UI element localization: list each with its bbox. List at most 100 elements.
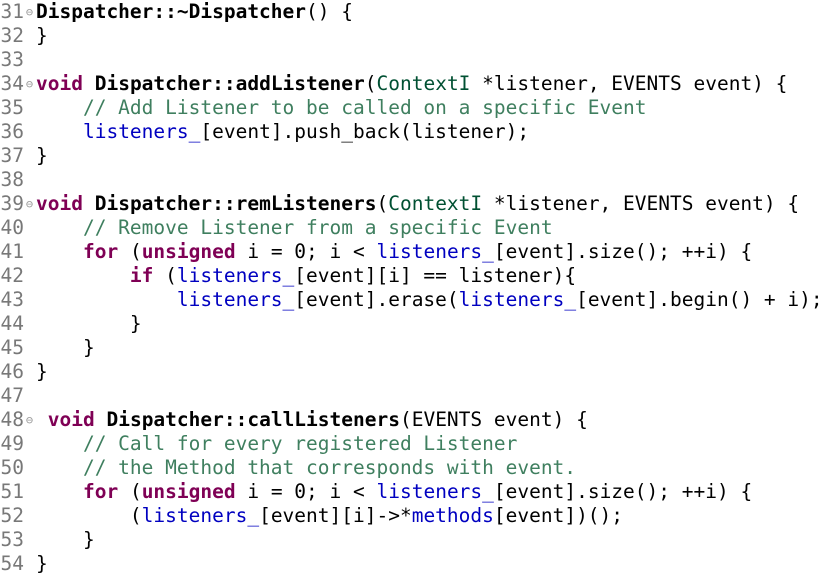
code-token-default: [event][i] == listener){ <box>294 264 577 287</box>
code-text: listeners_[event].push_back(listener); <box>36 120 529 144</box>
code-line[interactable]: 37} <box>0 144 840 168</box>
line-number: 44 <box>0 312 24 335</box>
code-text: } <box>36 552 48 576</box>
code-text: } <box>36 24 48 48</box>
code-token-keyword: if <box>129 264 154 287</box>
code-line[interactable]: 34 ⊖ void Dispatcher::addListener(ContextI… <box>0 72 840 96</box>
code-token-default: } <box>36 360 48 383</box>
code-token-field: listeners_ <box>176 288 295 311</box>
code-token-field: listeners_ <box>376 480 494 503</box>
code-token-default: } <box>36 552 48 575</box>
code-token-default: [event])(); <box>493 504 624 527</box>
line-number: 52 <box>0 504 24 527</box>
code-text: listeners_[event].erase(listeners_[event… <box>36 288 823 312</box>
line-number: 54 <box>0 552 24 575</box>
code-token-default <box>36 480 83 503</box>
code-text: for (unsigned i = 0; i < listeners_[even… <box>36 240 752 264</box>
collapse-fold-icon[interactable]: ⊖ <box>24 408 35 432</box>
code-text: void Dispatcher::remListeners(ContextI *… <box>36 192 799 216</box>
code-line[interactable]: 53 } <box>0 528 840 552</box>
line-number: 31 <box>0 0 24 23</box>
collapse-fold-icon[interactable]: ⊖ <box>24 0 35 24</box>
code-token-type: ContextI <box>376 72 471 95</box>
code-token-default <box>36 120 83 143</box>
code-line[interactable]: 46} <box>0 360 840 384</box>
collapse-fold-icon[interactable]: ⊖ <box>24 72 35 96</box>
code-text: // Remove Listener from a specific Event <box>36 216 553 240</box>
line-number: 46 <box>0 360 24 383</box>
code-token-default <box>36 240 83 263</box>
code-text: } <box>36 336 95 360</box>
code-token-keyword: for <box>82 480 119 503</box>
code-line[interactable]: 48 ⊖ void Dispatcher::callListeners(EVENT… <box>0 408 840 432</box>
code-line[interactable]: 45 } <box>0 336 840 360</box>
code-text: } <box>36 360 48 384</box>
code-text: for (unsigned i = 0; i < listeners_[even… <box>36 480 752 504</box>
code-token-comment: // Remove Listener from a specific Event <box>36 216 553 239</box>
code-line[interactable]: 50 // the Method that corresponds with e… <box>0 456 840 480</box>
code-token-default: Dispatcher::callListeners <box>106 408 400 431</box>
code-token-comment: // Add Listener to be called on a specif… <box>36 96 647 119</box>
code-token-field: methods <box>411 504 494 527</box>
code-token-comment: // the Method that corresponds with even… <box>36 456 577 479</box>
line-number: 33 <box>0 48 24 71</box>
code-text: void Dispatcher::callListeners(EVENTS ev… <box>36 408 588 432</box>
line-number: 48 <box>0 408 24 431</box>
code-token-default: Dispatcher::remListeners <box>94 192 377 215</box>
code-line[interactable]: 54} <box>0 552 840 576</box>
code-token-default: ( <box>364 72 377 95</box>
code-token-default: [event].size(); ++i) { <box>493 240 753 263</box>
code-token-default: *listener, EVENTS event) { <box>470 72 788 95</box>
code-line[interactable]: 51 for (unsigned i = 0; i < listeners_[e… <box>0 480 840 504</box>
code-line[interactable]: 36 listeners_[event].push_back(listener)… <box>0 120 840 144</box>
code-token-keyword: void <box>36 72 83 95</box>
code-line[interactable]: 41 for (unsigned i = 0; i < listeners_[e… <box>0 240 840 264</box>
code-text: (listeners_[event][i]->*methods[event])(… <box>36 504 623 528</box>
line-number: 36 <box>0 120 24 143</box>
line-number: 53 <box>0 528 24 551</box>
code-line[interactable]: 52 (listeners_[event][i]->*methods[event… <box>0 504 840 528</box>
code-token-default: } <box>36 336 95 359</box>
code-line[interactable]: 38 <box>0 168 840 192</box>
code-line[interactable]: 47 <box>0 384 840 408</box>
line-number: 42 <box>0 264 24 287</box>
code-editor[interactable]: 31 ⊖ Dispatcher::~Dispatcher() {32} 33 34 ⊖ vo… <box>0 0 840 577</box>
code-token-keyword: for <box>82 240 119 263</box>
code-line[interactable]: 40 // Remove Listener from a specific Ev… <box>0 216 840 240</box>
line-number: 51 <box>0 480 24 503</box>
code-token-default: } <box>36 312 142 335</box>
line-number: 40 <box>0 216 24 239</box>
code-token-field: listeners_ <box>176 264 295 287</box>
code-line[interactable]: 39 ⊖ void Dispatcher::remListeners(Context… <box>0 192 840 216</box>
code-line[interactable]: 43 listeners_[event].erase(listeners_[ev… <box>0 288 840 312</box>
code-token-default <box>83 192 95 215</box>
code-line[interactable]: 42 if (listeners_[event][i] == listener)… <box>0 264 840 288</box>
code-line[interactable]: 44 } <box>0 312 840 336</box>
code-token-default: *listener, EVENTS event) { <box>482 192 800 215</box>
code-token-default: ( <box>153 264 177 287</box>
code-token-keyword: unsigned <box>141 240 236 263</box>
code-text: void Dispatcher::addListener(ContextI *l… <box>36 72 787 96</box>
code-line[interactable]: 32} <box>0 24 840 48</box>
code-token-default: i = 0; i < <box>235 480 377 503</box>
code-line[interactable]: 35 // Add Listener to be called on a spe… <box>0 96 840 120</box>
line-number: 37 <box>0 144 24 167</box>
code-text: } <box>36 144 48 168</box>
code-line[interactable]: 33 <box>0 48 840 72</box>
line-number: 47 <box>0 384 24 407</box>
code-token-default <box>36 288 177 311</box>
line-number: 45 <box>0 336 24 359</box>
code-token-field: listeners_ <box>458 288 577 311</box>
code-text: } <box>36 528 95 552</box>
code-token-field: listeners_ <box>82 120 201 143</box>
code-token-default <box>95 408 107 431</box>
code-text: Dispatcher::~Dispatcher() { <box>36 0 353 24</box>
collapse-fold-icon[interactable]: ⊖ <box>24 192 35 216</box>
code-line[interactable]: 49 // Call for every registered Listener <box>0 432 840 456</box>
code-text: if (listeners_[event][i] == listener){ <box>36 264 576 288</box>
code-token-default: (EVENTS event) { <box>399 408 588 431</box>
code-token-type: ContextI <box>388 192 483 215</box>
code-token-default: ( <box>118 240 142 263</box>
code-line[interactable]: 31 ⊖ Dispatcher::~Dispatcher() { <box>0 0 840 24</box>
code-token-default: [event].begin() + i); <box>576 288 823 311</box>
